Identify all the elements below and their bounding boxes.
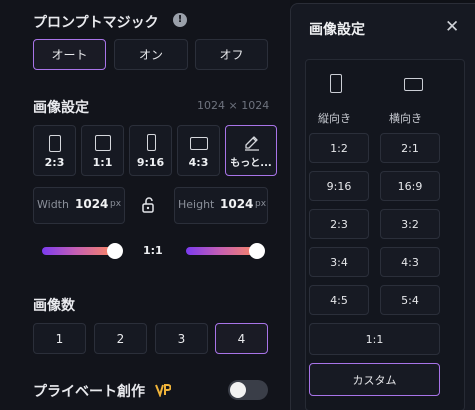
width-value[interactable]: 1024: [75, 197, 108, 211]
square-icon: [95, 135, 111, 151]
ratio-4-3-button[interactable]: 4:3: [380, 247, 440, 277]
height-unit: px: [255, 199, 267, 209]
private-creation-title: プライベート創作: [33, 384, 145, 400]
info-icon[interactable]: !: [173, 13, 187, 27]
ratio-1-1-button[interactable]: 1:1: [309, 323, 440, 355]
ratio-label: 2:3: [44, 156, 65, 169]
custom-ratio-button[interactable]: カスタム: [309, 363, 440, 396]
prompt-magic-off-button[interactable]: オフ: [195, 39, 268, 70]
close-icon[interactable]: ✕: [445, 17, 459, 37]
ratio-label: 1:1: [92, 156, 113, 169]
ratio-3-4-button[interactable]: 3:4: [309, 247, 369, 277]
unlock-icon[interactable]: [139, 195, 159, 215]
size-display: 1024 × 1024: [197, 99, 270, 112]
ratio-2-3-button[interactable]: 2:3: [309, 209, 369, 239]
landscape-orientation-icon[interactable]: [404, 78, 423, 91]
width-label: Width: [37, 198, 69, 211]
height-field[interactable]: Height 1024 px: [174, 187, 268, 224]
width-slider[interactable]: [42, 247, 117, 255]
width-slider-handle[interactable]: [107, 243, 123, 259]
ratio-1-1-button[interactable]: 1:1: [81, 125, 124, 176]
image-settings-title: 画像設定: [33, 100, 89, 116]
portrait-label: 縦向き: [318, 112, 351, 125]
toggle-knob: [230, 382, 246, 398]
ratio-readout: 1:1: [143, 244, 163, 257]
count-4-button[interactable]: 4: [215, 323, 268, 354]
height-label: Height: [178, 198, 215, 211]
prompt-magic-auto-button[interactable]: オート: [33, 39, 106, 70]
image-count-title: 画像数: [33, 298, 75, 314]
tall-portrait-icon: [147, 134, 156, 151]
ratio-2-1-button[interactable]: 2:1: [380, 133, 440, 163]
ratio-4-3-button[interactable]: 4:3: [177, 125, 220, 176]
landscape-icon: [190, 137, 208, 150]
height-value[interactable]: 1024: [220, 197, 253, 211]
vip-badge-icon: [155, 384, 171, 397]
count-2-button[interactable]: 2: [94, 323, 147, 354]
popup-title: 画像設定: [309, 22, 365, 38]
portrait-orientation-icon[interactable]: [330, 74, 342, 93]
edit-pencil-icon: [245, 136, 259, 151]
ratio-9-16-button[interactable]: 9:16: [309, 171, 369, 201]
height-slider-handle[interactable]: [249, 243, 265, 259]
ratio-2-3-button[interactable]: 2:3: [33, 125, 76, 176]
settings-panel: プロンプトマジック ! オート オン オフ 画像設定 1024 × 1024 2…: [0, 0, 290, 410]
prompt-magic-title: プロンプトマジック: [33, 15, 159, 31]
count-3-button[interactable]: 3: [155, 323, 208, 354]
ratio-1-2-button[interactable]: 1:2: [309, 133, 369, 163]
private-creation-toggle[interactable]: [228, 380, 268, 400]
portrait-icon: [49, 135, 61, 152]
image-settings-popup: 画像設定 ✕ 縦向き 横向き 1:2 2:1 9:16 16:9 2:3 3:2…: [290, 3, 475, 410]
ratio-5-4-button[interactable]: 5:4: [380, 285, 440, 315]
ratio-label: 4:3: [188, 156, 209, 169]
ratio-more-button[interactable]: もっと...: [225, 125, 277, 176]
count-1-button[interactable]: 1: [33, 323, 86, 354]
width-field[interactable]: Width 1024 px: [33, 187, 125, 224]
ratio-4-5-button[interactable]: 4:5: [309, 285, 369, 315]
landscape-label: 横向き: [389, 112, 422, 125]
aspect-ratio-card: 縦向き 横向き 1:2 2:1 9:16 16:9 2:3 3:2 3:4 4:…: [305, 59, 465, 410]
prompt-magic-on-button[interactable]: オン: [114, 39, 188, 70]
width-unit: px: [110, 199, 122, 209]
ratio-9-16-button[interactable]: 9:16: [129, 125, 172, 176]
ratio-16-9-button[interactable]: 16:9: [380, 171, 440, 201]
ratio-3-2-button[interactable]: 3:2: [380, 209, 440, 239]
ratio-label: 9:16: [136, 156, 165, 169]
ratio-label: もっと...: [230, 158, 272, 169]
